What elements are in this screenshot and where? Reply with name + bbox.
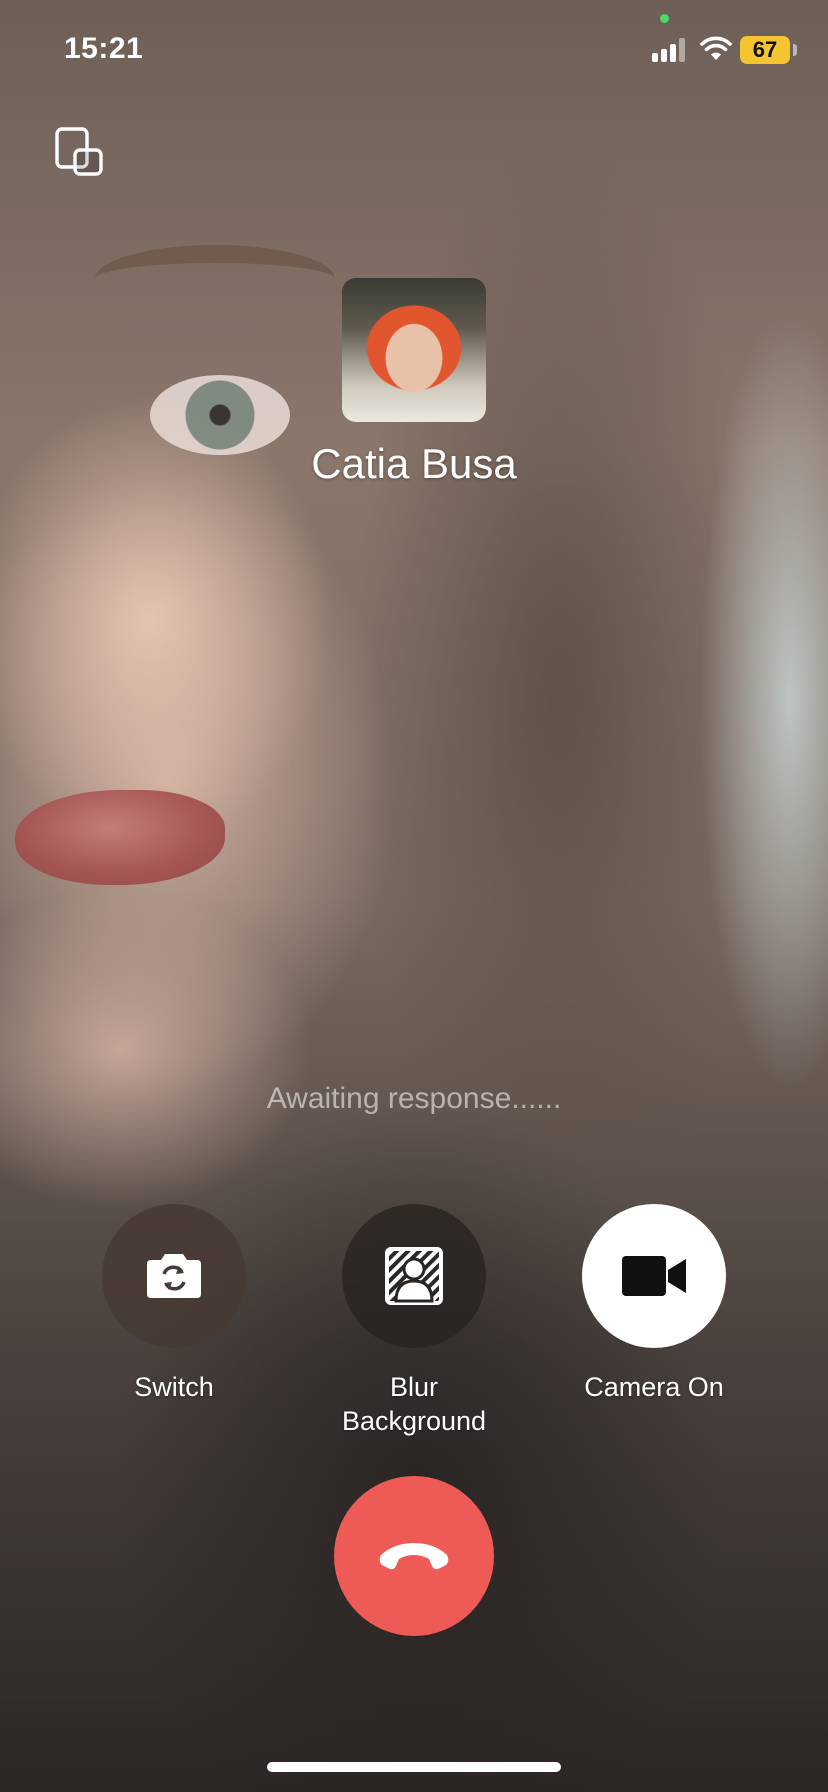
camera-toggle-button[interactable]: [582, 1204, 726, 1348]
camera-toggle-label: Camera On: [584, 1372, 724, 1402]
switch-camera-button[interactable]: [102, 1204, 246, 1348]
callee-name: Catia Busa: [311, 440, 517, 487]
call-status-text: Awaiting response......: [266, 1082, 562, 1115]
battery-cap: [793, 44, 797, 56]
end-call-icon: [379, 1543, 449, 1570]
switch-camera-icon: [147, 1254, 201, 1298]
camera-in-use-indicator: [660, 14, 669, 23]
blur-background-control: Blur Background: [304, 1204, 524, 1438]
blur-label-line2: Background: [341, 1406, 487, 1436]
blur-background-icon: [385, 1247, 443, 1305]
preview-feature: [95, 245, 335, 313]
blur-background-label: Blur Background: [304, 1370, 524, 1438]
signal-icon: [652, 38, 688, 62]
switch-camera-control: Switch: [64, 1204, 284, 1404]
blur-background-button[interactable]: [342, 1204, 486, 1348]
video-camera-icon: [622, 1256, 686, 1296]
blur-label-line1: Blur: [389, 1372, 438, 1402]
wifi-icon: [700, 36, 732, 60]
end-call-button[interactable]: [334, 1476, 494, 1636]
switch-camera-label: Switch: [134, 1372, 214, 1402]
picture-in-picture-icon[interactable]: [54, 126, 106, 178]
battery-level: 67: [752, 37, 778, 62]
callee-avatar: [342, 278, 486, 422]
status-bar: 15:21 67: [0, 0, 828, 100]
preview-feature: [15, 790, 225, 885]
home-indicator[interactable]: [267, 1762, 561, 1772]
camera-toggle-control: Camera On: [544, 1204, 764, 1404]
video-call-screen: 15:21 67 Catia Busa Awaiting response...…: [0, 0, 828, 1792]
battery-icon: 67: [740, 36, 790, 64]
status-time: 15:21: [64, 32, 144, 65]
